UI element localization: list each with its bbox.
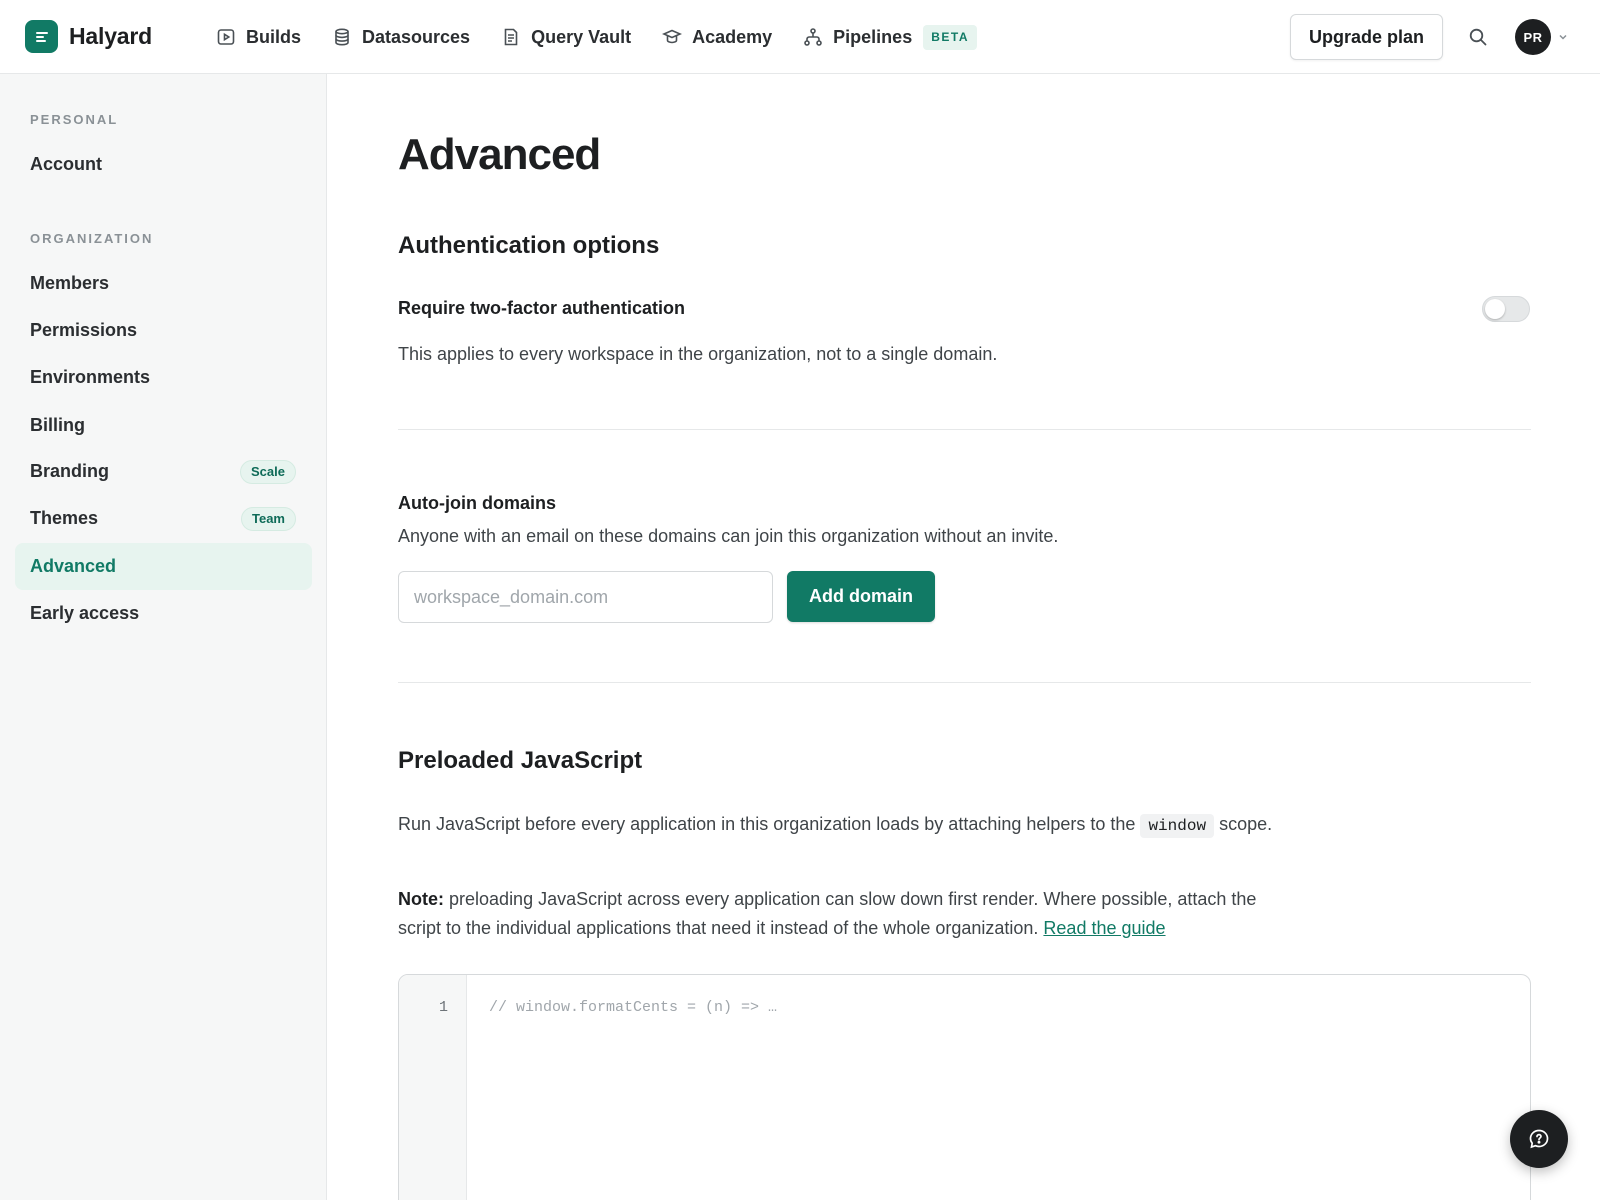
- toggle-knob: [1485, 299, 1505, 319]
- twofa-toggle[interactable]: [1482, 296, 1530, 322]
- sidebar-item-early-access[interactable]: Early access: [15, 590, 312, 637]
- sidebar-item-label: Permissions: [30, 320, 138, 340]
- sidebar-item-label: Account: [30, 154, 102, 174]
- avatar[interactable]: PR: [1515, 19, 1551, 55]
- question-chat-icon: [1529, 1129, 1549, 1149]
- main-nav: Builds Datasources Query Vault Academy P…: [216, 0, 1008, 74]
- sidebar-item-label: Members: [30, 273, 110, 293]
- sidebar-item-label: Environments: [30, 367, 151, 387]
- twofa-description: This applies to every workspace in the o…: [398, 344, 998, 364]
- search-icon[interactable]: [1467, 26, 1489, 48]
- sidebar-item-account[interactable]: Account: [15, 141, 312, 188]
- nav-item-query-vault[interactable]: Query Vault: [501, 27, 631, 48]
- note-label: Note:: [398, 889, 444, 909]
- sidebar-item-advanced[interactable]: Advanced: [15, 543, 312, 590]
- nav-label: Pipelines: [833, 26, 913, 47]
- menu-lines-icon: [25, 20, 58, 53]
- line-number-gutter: 1: [399, 975, 467, 1200]
- chevron-down-icon[interactable]: [1557, 30, 1569, 42]
- line-number: 1: [438, 999, 448, 1016]
- page-title: Advanced: [398, 130, 601, 179]
- nav-item-pipelines[interactable]: Pipelines BETA: [803, 24, 977, 50]
- code-placeholder[interactable]: // window.formatCents = (n) => …: [489, 999, 777, 1016]
- sidebar-item-themes[interactable]: Themes Team: [15, 495, 312, 542]
- document-icon: [504, 28, 518, 46]
- sidebar-heading-organization: ORGANIZATION: [30, 231, 154, 246]
- database-icon: [335, 28, 349, 46]
- brand[interactable]: Halyard: [25, 20, 152, 53]
- sidebar-item-members[interactable]: Members: [15, 260, 312, 307]
- sidebar-item-billing[interactable]: Billing: [15, 402, 312, 449]
- preload-description: Run JavaScript before every application …: [398, 810, 1278, 841]
- beta-badge: BETA: [923, 24, 977, 50]
- section-divider: [398, 682, 1531, 683]
- twofa-label: Require two-factor authentication: [398, 298, 686, 318]
- nav-label: Datasources: [362, 26, 471, 47]
- plan-badge: Scale: [240, 459, 296, 484]
- nav-item-builds[interactable]: Builds: [216, 27, 301, 48]
- auto-join-description: Anyone with an email on these domains ca…: [398, 526, 1059, 546]
- nav-item-datasources[interactable]: Datasources: [332, 27, 470, 48]
- sidebar-heading-personal: PERSONAL: [30, 112, 119, 127]
- plan-badge: Team: [241, 506, 296, 531]
- js-code-editor[interactable]: 1 // window.formatCents = (n) => …: [398, 974, 1531, 1200]
- read-the-guide-link[interactable]: Read the guide: [1043, 918, 1165, 938]
- sidebar-item-label: Themes: [30, 508, 99, 528]
- graduation-cap-icon: [662, 29, 683, 44]
- help-chat-button[interactable]: [1510, 1110, 1568, 1168]
- brand-name: Halyard: [69, 23, 152, 49]
- preload-note: Note: preloading JavaScript across every…: [398, 885, 1278, 943]
- section-heading-authentication: Authentication options: [398, 232, 660, 259]
- section-heading-preloaded-js: Preloaded JavaScript: [398, 747, 643, 774]
- nav-label: Query Vault: [531, 26, 632, 47]
- add-domain-button[interactable]: Add domain: [787, 571, 935, 622]
- upgrade-plan-button[interactable]: Upgrade plan: [1290, 14, 1443, 60]
- sidebar-item-label: Early access: [30, 603, 140, 623]
- section-heading-auto-join: Auto-join domains: [398, 493, 556, 513]
- preload-description-suffix: scope.: [1219, 814, 1273, 834]
- workflow-icon: [804, 28, 822, 46]
- top-nav-bar: Halyard Builds Datasources Query Vault A…: [0, 0, 1600, 74]
- sidebar-item-environments[interactable]: Environments: [15, 354, 312, 401]
- nav-label: Academy: [692, 26, 773, 47]
- sidebar-item-branding[interactable]: Branding Scale: [15, 448, 312, 495]
- nav-label: Builds: [246, 26, 302, 47]
- window-code: window: [1140, 814, 1215, 838]
- nav-item-academy[interactable]: Academy: [662, 27, 772, 48]
- sidebar-item-label: Billing: [30, 415, 85, 435]
- play-square-icon: [217, 29, 235, 45]
- preload-description-text: Run JavaScript before every application …: [398, 814, 1136, 834]
- settings-sidebar: PERSONAL Account ORGANIZATION Members Pe…: [0, 74, 327, 1200]
- domain-input[interactable]: [398, 571, 773, 623]
- section-divider: [398, 429, 1531, 430]
- sidebar-item-label: Branding: [30, 461, 109, 481]
- sidebar-item-label: Advanced: [30, 556, 117, 576]
- sidebar-item-permissions[interactable]: Permissions: [15, 307, 312, 354]
